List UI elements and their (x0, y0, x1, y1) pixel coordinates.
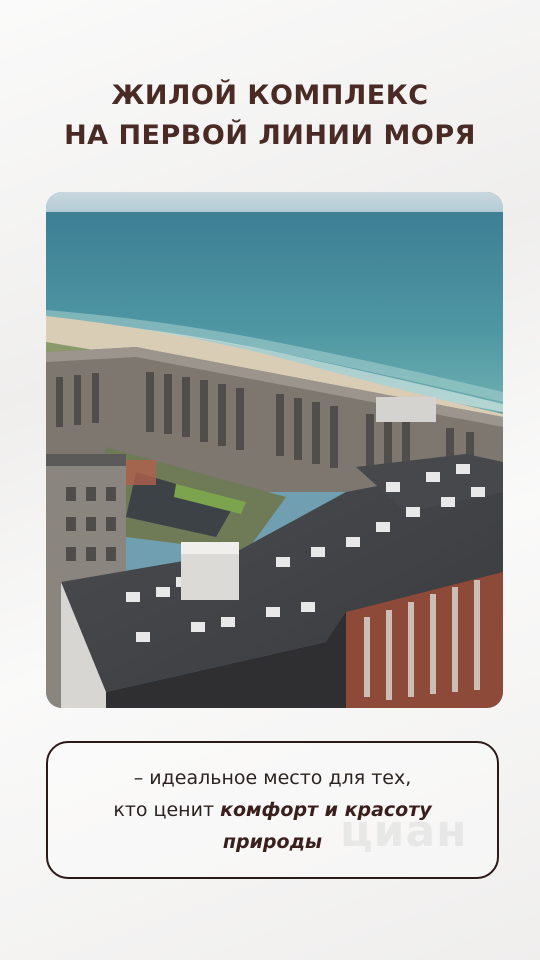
caption-line-1: – идеальное место для тех, (133, 767, 412, 789)
complex-aerial-photo (46, 192, 503, 708)
caption-emphasis-2: природы (222, 831, 323, 853)
caption-box: – идеальное место для тех, кто ценит ком… (46, 741, 499, 879)
title-line-1: ЖИЛОЙ КОМПЛЕКС (111, 80, 429, 111)
title-line-2: НА ПЕРВОЙ ЛИНИИ МОРЯ (64, 120, 476, 151)
caption-line-2-plain: кто ценит (113, 799, 221, 821)
caption-line-2: кто ценит комфорт и красоту (113, 794, 431, 826)
page-title: ЖИЛОЙ КОМПЛЕКС НА ПЕРВОЙ ЛИНИИ МОРЯ (0, 76, 540, 156)
caption-emphasis-1: комфорт и красоту (220, 799, 432, 821)
